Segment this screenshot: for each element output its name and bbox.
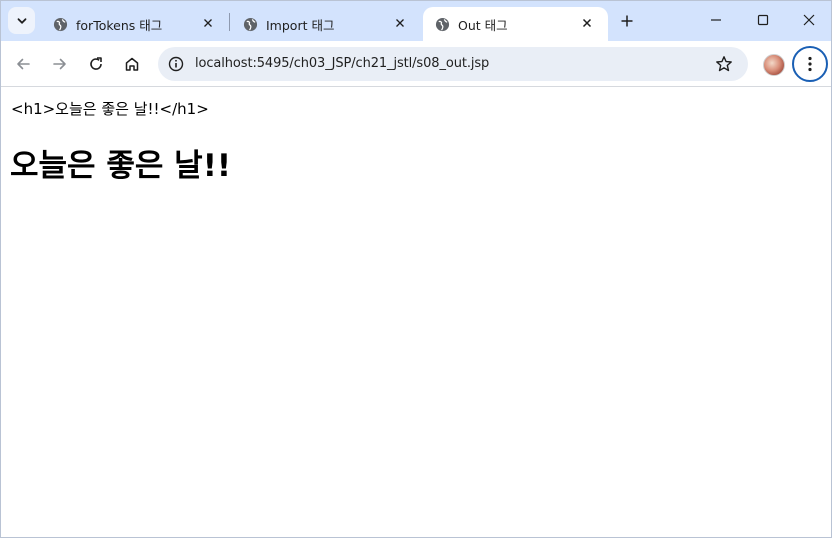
plus-icon xyxy=(621,15,633,27)
new-tab-button[interactable] xyxy=(615,9,639,33)
more-vert-icon xyxy=(808,56,812,72)
close-icon xyxy=(582,18,592,28)
url-text[interactable]: localhost:5495/ch03_JSP/ch21_jstl/s08_ou… xyxy=(195,56,489,71)
arrow-left-icon xyxy=(17,58,30,70)
page-content: <h1>오늘은 좋은 날!!</h1> 오늘은 좋은 날!! xyxy=(1,88,831,537)
page-heading: 오늘은 좋은 날!! xyxy=(10,148,231,184)
star-icon xyxy=(716,56,732,72)
tab-import[interactable]: Import 태그 xyxy=(231,7,421,41)
maximize-icon xyxy=(757,14,769,26)
tab-strip: forTokens 태그 Import 태그 Out 태그 xyxy=(1,1,831,41)
profile-avatar[interactable] xyxy=(763,54,785,76)
globe-icon xyxy=(243,17,258,31)
bookmark-button[interactable] xyxy=(714,54,734,74)
close-icon xyxy=(396,19,404,27)
tab-title: Out 태그 xyxy=(458,17,508,33)
browser-window: forTokens 태그 Import 태그 Out 태그 localhost:… xyxy=(0,0,832,538)
minimize-icon xyxy=(711,19,721,21)
minimize-button[interactable] xyxy=(693,1,739,39)
tab-title: Import 태그 xyxy=(266,17,335,33)
home-icon xyxy=(125,57,139,71)
back-button[interactable] xyxy=(9,50,37,78)
tab-search-button[interactable] xyxy=(8,7,35,34)
tab-close-button[interactable] xyxy=(391,14,409,32)
chevron-down-icon xyxy=(17,17,26,24)
close-icon xyxy=(803,14,815,26)
home-button[interactable] xyxy=(118,50,146,78)
browser-toolbar: localhost:5495/ch03_JSP/ch21_jstl/s08_ou… xyxy=(1,41,831,87)
tab-close-button[interactable] xyxy=(578,14,596,32)
browser-menu-button[interactable] xyxy=(792,46,828,82)
tab-out-active[interactable]: Out 태그 xyxy=(423,7,608,41)
address-bar[interactable]: localhost:5495/ch03_JSP/ch21_jstl/s08_ou… xyxy=(158,47,748,81)
globe-icon xyxy=(53,17,68,31)
globe-icon xyxy=(435,17,450,31)
tab-divider xyxy=(229,13,230,31)
tab-fortokens[interactable]: forTokens 태그 xyxy=(41,7,229,41)
tab-title: forTokens 태그 xyxy=(76,17,163,33)
reload-icon xyxy=(90,57,102,70)
forward-button[interactable] xyxy=(46,50,74,78)
info-icon xyxy=(168,56,184,72)
close-icon xyxy=(204,19,212,27)
window-close-button[interactable] xyxy=(786,1,831,39)
maximize-button[interactable] xyxy=(740,1,786,39)
reload-button[interactable] xyxy=(82,50,110,78)
escaped-output-text: <h1>오늘은 좋은 날!!</h1> xyxy=(11,100,209,118)
tab-close-button[interactable] xyxy=(199,14,217,32)
arrow-right-icon xyxy=(53,58,66,70)
site-info-button[interactable] xyxy=(166,54,186,74)
